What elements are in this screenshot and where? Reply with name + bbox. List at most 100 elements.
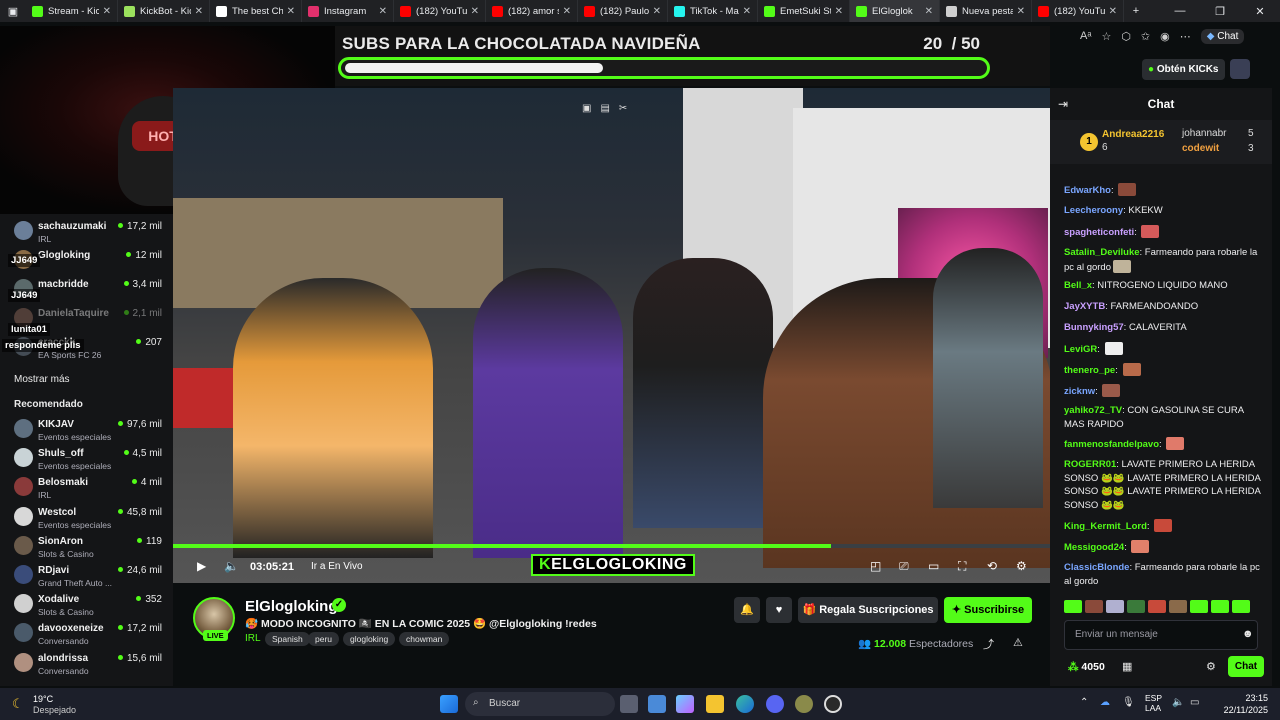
clip-button-icon[interactable]: ⎚ <box>899 559 909 574</box>
chat-username[interactable]: LeviGR <box>1064 344 1097 355</box>
tray-chevron-icon[interactable]: ⌃ <box>1080 697 1088 708</box>
sidebar-channel[interactable]: sachauzumaki IRL 17,2 mil <box>14 218 164 246</box>
gift-subs-button[interactable]: 🎁 Regala Suscripciones <box>798 597 938 623</box>
close-tab-icon[interactable]: ✕ <box>471 6 479 17</box>
follow-heart-button[interactable]: ♥ <box>766 597 792 623</box>
sidebar-channel[interactable]: Belosmaki IRL 4 mil <box>14 474 164 502</box>
stream-tag[interactable]: glogloking <box>343 632 396 646</box>
browser-tab[interactable]: (182) YouTube ✕ <box>394 0 486 22</box>
browser-tab[interactable]: KickBot - Kick ✕ <box>118 0 210 22</box>
edge-icon[interactable] <box>736 695 754 713</box>
chat-username[interactable]: Bunnyking57 <box>1064 322 1124 333</box>
favorite-star-icon[interactable]: ☆ <box>1101 30 1111 43</box>
close-tab-icon[interactable]: ✕ <box>287 6 295 17</box>
emote-picker-icon[interactable]: ☻ <box>1242 628 1254 640</box>
fullscreen-icon[interactable]: ⛶ <box>958 559 966 574</box>
browser-tab[interactable]: ElGloglok ✕ <box>850 0 940 22</box>
weather-icon[interactable]: ☾ <box>12 696 24 712</box>
go-live-button[interactable]: Ir a En Vivo <box>311 561 363 572</box>
sidebar-channel[interactable]: KIKJAV Eventos especiales 97,6 mil <box>14 416 164 444</box>
chat-username[interactable]: EdwarKho <box>1064 185 1111 196</box>
taskbar-search[interactable]: ⌕ Buscar <box>465 692 615 716</box>
close-tab-icon[interactable]: ✕ <box>195 6 203 17</box>
chat-settings-icon[interactable]: ⚙ <box>1206 660 1216 673</box>
profile-icon[interactable]: ◉ <box>1160 30 1170 43</box>
sidebar-channel[interactable]: Westcol Eventos especiales 45,8 mil <box>14 504 164 532</box>
app-icon[interactable] <box>795 695 813 713</box>
clip-icon[interactable]: ✂ <box>619 103 627 114</box>
stream-tag[interactable]: peru <box>308 632 340 646</box>
minimize-icon[interactable]: — <box>1160 5 1200 17</box>
chat-username[interactable]: Messigood24 <box>1064 542 1124 553</box>
more-menu-icon[interactable]: ⋯ <box>1180 30 1191 43</box>
chat-username[interactable]: yahiko72_TV <box>1064 405 1122 416</box>
play-icon[interactable]: ▶ <box>197 559 206 573</box>
video-progress-track[interactable] <box>173 544 1050 548</box>
sidebar-channel[interactable]: RDjavi Grand Theft Auto ... 24,6 mil <box>14 562 164 590</box>
close-tab-icon[interactable]: ✕ <box>1017 6 1025 17</box>
close-tab-icon[interactable]: ✕ <box>563 6 571 17</box>
new-tab-button[interactable]: + <box>1124 5 1148 17</box>
report-icon[interactable]: ⚠ <box>1013 636 1023 649</box>
close-tab-icon[interactable]: ✕ <box>1109 6 1117 17</box>
sidebar-channel[interactable]: davooxeneize Conversando 17,2 mil <box>14 620 164 648</box>
copilot-chat-button[interactable]: ◆ Chat <box>1200 28 1245 44</box>
rewind-icon[interactable]: ⟲ <box>987 559 997 573</box>
close-tab-icon[interactable]: ✕ <box>925 6 933 17</box>
browser-tab[interactable]: The best Chat ✕ <box>210 0 302 22</box>
browser-tab[interactable]: TikTok - Make ✕ <box>668 0 758 22</box>
browser-tab[interactable]: (182) Paulo Lo ✕ <box>578 0 668 22</box>
chat-username[interactable]: spagheticonfeti <box>1064 227 1134 238</box>
theater-icon[interactable]: ▤ <box>600 103 609 114</box>
browser-tab[interactable]: Stream - Kick ✕ <box>26 0 118 22</box>
clock-time[interactable]: 23:15 <box>1220 693 1268 703</box>
file-explorer-icon[interactable] <box>706 695 724 713</box>
task-view-icon[interactable] <box>620 695 638 713</box>
browser-tab[interactable]: (182) amor se ✕ <box>486 0 578 22</box>
browser-tab[interactable]: (182) YouTube ✕ <box>1032 0 1124 22</box>
streamer-name[interactable]: ElGlogloking <box>245 598 338 615</box>
subscribe-button[interactable]: ✦ Suscribirse <box>944 597 1032 623</box>
close-tab-icon[interactable]: ✕ <box>835 6 843 17</box>
keyboard-language[interactable]: ESP LAA <box>1145 693 1162 713</box>
start-icon[interactable] <box>440 695 458 713</box>
stream-tag[interactable]: Spanish <box>265 632 310 646</box>
stream-category[interactable]: IRL <box>245 633 261 644</box>
channel-points[interactable]: ⁂ 4050 <box>1068 661 1105 673</box>
maximize-icon[interactable]: ❐ <box>1200 5 1240 18</box>
get-kicks-button[interactable]: ● Obtén KICKs <box>1142 59 1225 80</box>
volume-tray-icon[interactable]: 🔈 <box>1172 697 1184 708</box>
theater-mode-icon[interactable]: ▭ <box>928 559 939 573</box>
copilot-app-icon[interactable] <box>676 695 694 713</box>
chat-username[interactable]: zicknw <box>1064 386 1095 397</box>
pip-icon[interactable]: ▣ <box>582 103 591 114</box>
chat-username[interactable]: JayXYTB <box>1064 301 1105 312</box>
browser-tab[interactable]: Nueva pestaña ✕ <box>940 0 1032 22</box>
sidebar-channel[interactable]: Shuls_off Eventos especiales 4,5 mil <box>14 445 164 473</box>
chat-input[interactable]: Enviar un mensaje <box>1064 620 1258 650</box>
sidebar-channel[interactable]: SionAron Slots & Casino 119 <box>14 533 164 561</box>
user-avatar[interactable] <box>1230 59 1250 79</box>
stream-tag[interactable]: chowman <box>399 632 450 646</box>
clock-date[interactable]: 22/11/2025 <box>1220 705 1268 715</box>
sidebar-channel[interactable]: alondrissa Conversando 15,6 mil <box>14 650 164 678</box>
chat-username[interactable]: King_Kermit_Lord <box>1064 521 1147 532</box>
read-aloud-icon[interactable]: Aᵃ <box>1080 30 1091 42</box>
chat-username[interactable]: ClassicBlonde <box>1064 562 1129 573</box>
sidebar-channel[interactable]: Xodalive Slots & Casino 352 <box>14 591 164 619</box>
discord-icon[interactable] <box>766 695 784 713</box>
favorites-icon[interactable]: ✩ <box>1141 30 1150 43</box>
chat-username[interactable]: ROGERR01 <box>1064 459 1116 470</box>
store-app-icon[interactable] <box>648 695 666 713</box>
onedrive-icon[interactable]: ☁ <box>1100 697 1110 708</box>
obs-icon[interactable] <box>824 695 842 713</box>
close-tab-icon[interactable]: ✕ <box>103 6 111 17</box>
settings-icon[interactable]: ⚙ <box>1016 559 1027 573</box>
browser-tab[interactable]: EmetSuki Stre ✕ <box>758 0 850 22</box>
mini-player-icon[interactable]: ◰ <box>870 559 881 573</box>
notification-bell-button[interactable]: 🔔 <box>734 597 760 623</box>
video-player[interactable]: ▣ ▤ ✂ ▶ 🔈 03:05:21 Ir a En Vivo KELGLOGL… <box>173 88 1050 583</box>
send-chat-button[interactable]: Chat <box>1228 656 1264 677</box>
chat-username[interactable]: Satalin_Deviluke <box>1064 247 1140 258</box>
tab-actions-icon[interactable]: ▣ <box>0 5 26 18</box>
